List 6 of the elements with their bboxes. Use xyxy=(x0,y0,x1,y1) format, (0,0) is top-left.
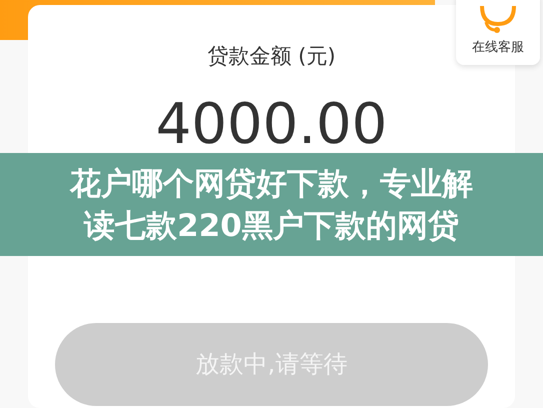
loan-amount: 4000.00 xyxy=(156,96,388,152)
caption-line: 花户哪个网贷好下款，专业解 xyxy=(68,164,474,204)
loan-amount-label: 贷款金额 (元) xyxy=(207,43,336,70)
headset-icon xyxy=(478,6,518,34)
support-button[interactable]: 在线客服 xyxy=(456,0,540,65)
caption-line: 读七款220黑户下款的网贷 xyxy=(82,206,460,246)
